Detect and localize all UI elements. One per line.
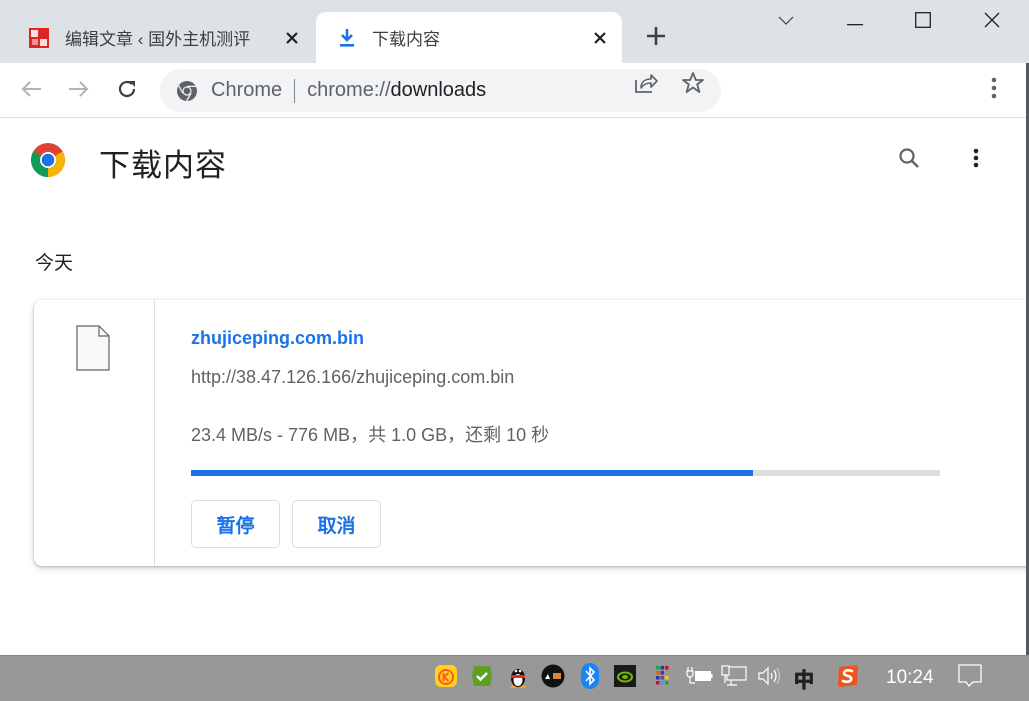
tab-title: 下载内容 xyxy=(372,30,440,49)
download-icon xyxy=(336,27,358,49)
tab-search-button[interactable] xyxy=(771,8,801,36)
taskbar-clock[interactable]: 10:24 xyxy=(886,667,934,689)
security-check-icon xyxy=(470,664,494,693)
chevron-down-icon xyxy=(778,13,794,31)
file-source-url[interactable]: http://38.47.126.166/zhujiceping.com.bin xyxy=(191,367,514,388)
forward-arrow-icon xyxy=(68,80,90,103)
chrome-menu-button[interactable] xyxy=(980,76,1008,104)
cancel-button[interactable]: 取消 xyxy=(292,500,381,548)
bluetooth-icon xyxy=(581,662,599,694)
ime-chinese-icon: 中 xyxy=(794,669,815,692)
action-center-icon xyxy=(957,663,983,694)
back-arrow-icon xyxy=(20,80,42,103)
url-text[interactable]: chrome://downloads xyxy=(307,79,486,102)
tray-volume[interactable] xyxy=(756,664,782,692)
pause-button[interactable]: 暂停 xyxy=(191,500,280,548)
maximize-icon xyxy=(915,11,931,33)
tray-ime[interactable]: 中 xyxy=(790,664,818,692)
share-icon xyxy=(634,72,658,99)
tray-sogou[interactable] xyxy=(834,664,862,692)
scheme-label: Chrome xyxy=(211,79,283,101)
minimize-button[interactable] xyxy=(840,8,870,36)
chrome-logo-icon xyxy=(30,142,66,178)
more-actions-button[interactable] xyxy=(962,145,990,175)
tray-security[interactable] xyxy=(469,664,495,692)
omnibox-divider xyxy=(294,78,296,103)
page-header: 下载内容 xyxy=(0,119,1026,203)
volume-icon xyxy=(757,665,781,692)
tab-close-icon[interactable] xyxy=(280,26,304,50)
maximize-button[interactable] xyxy=(908,8,938,36)
reload-icon xyxy=(116,78,138,105)
tray-bluetooth[interactable] xyxy=(578,662,602,694)
chrome-page-icon xyxy=(176,80,198,102)
battery-plug-icon xyxy=(685,666,713,691)
download-item: zhujiceping.com.bin http://38.47.126.166… xyxy=(34,300,1029,566)
tray-color-grid[interactable] xyxy=(652,664,672,692)
tray-qq[interactable] xyxy=(505,664,531,692)
kebab-menu-icon xyxy=(991,77,997,104)
tray-media[interactable] xyxy=(540,664,566,692)
new-tab-button[interactable] xyxy=(642,24,670,52)
tab-title: 编辑文章 ‹ 国外主机测评 xyxy=(65,30,251,49)
site-seal-icon xyxy=(28,27,50,49)
url-host: downloads xyxy=(390,79,487,101)
bookmark-button[interactable] xyxy=(680,71,706,100)
tray-power[interactable] xyxy=(684,664,714,692)
minimize-icon xyxy=(847,13,863,31)
page-title: 下载内容 xyxy=(99,148,227,183)
tab-close-icon[interactable] xyxy=(588,26,612,50)
close-window-button[interactable] xyxy=(977,8,1007,36)
reload-button[interactable] xyxy=(112,76,142,106)
tab-downloads[interactable]: 下载内容 xyxy=(316,12,622,63)
action-center-button[interactable] xyxy=(955,663,985,694)
sogou-input-icon xyxy=(836,664,860,693)
downloads-page: 下载内容 今天 zhujiceping.com.bin http://38.47… xyxy=(0,119,1029,655)
file-name-link[interactable]: zhujiceping.com.bin xyxy=(191,328,364,349)
taskbar: 中 10:24 xyxy=(0,655,1029,701)
color-grid-app-icon xyxy=(655,665,669,692)
qq-penguin-icon xyxy=(507,664,529,693)
search-downloads-button[interactable] xyxy=(894,145,924,175)
url-prefix: chrome:// xyxy=(307,79,391,101)
file-icon xyxy=(76,325,110,371)
plus-icon xyxy=(646,26,666,51)
share-button[interactable] xyxy=(633,72,659,98)
download-status: 23.4 MB/s - 776 MB，共 1.0 GB，还剩 10 秒 xyxy=(191,425,550,445)
more-vert-icon xyxy=(973,148,979,173)
tray-kuaishou[interactable] xyxy=(433,664,459,692)
tray-nvidia[interactable] xyxy=(612,664,638,692)
search-icon xyxy=(898,147,920,174)
file-icon-column xyxy=(34,300,155,566)
browser-toolbar: Chrome chrome://downloads xyxy=(0,63,1029,118)
download-progress-bar xyxy=(191,470,940,476)
tab-strip: 编辑文章 ‹ 国外主机测评 下载内容 xyxy=(0,0,1029,63)
bookmark-star-icon xyxy=(681,71,705,100)
back-button[interactable] xyxy=(16,76,46,106)
date-group-label: 今天 xyxy=(35,253,74,274)
download-progress-fill xyxy=(191,470,753,476)
tray-network[interactable] xyxy=(720,664,748,692)
tab-edit-article[interactable]: 编辑文章 ‹ 国外主机测评 xyxy=(14,12,314,63)
kuaishou-app-icon xyxy=(434,664,458,693)
nvidia-icon xyxy=(614,664,636,692)
close-icon xyxy=(984,12,1000,33)
media-app-icon xyxy=(541,664,565,693)
forward-button[interactable] xyxy=(64,76,94,106)
network-icon xyxy=(721,664,747,692)
